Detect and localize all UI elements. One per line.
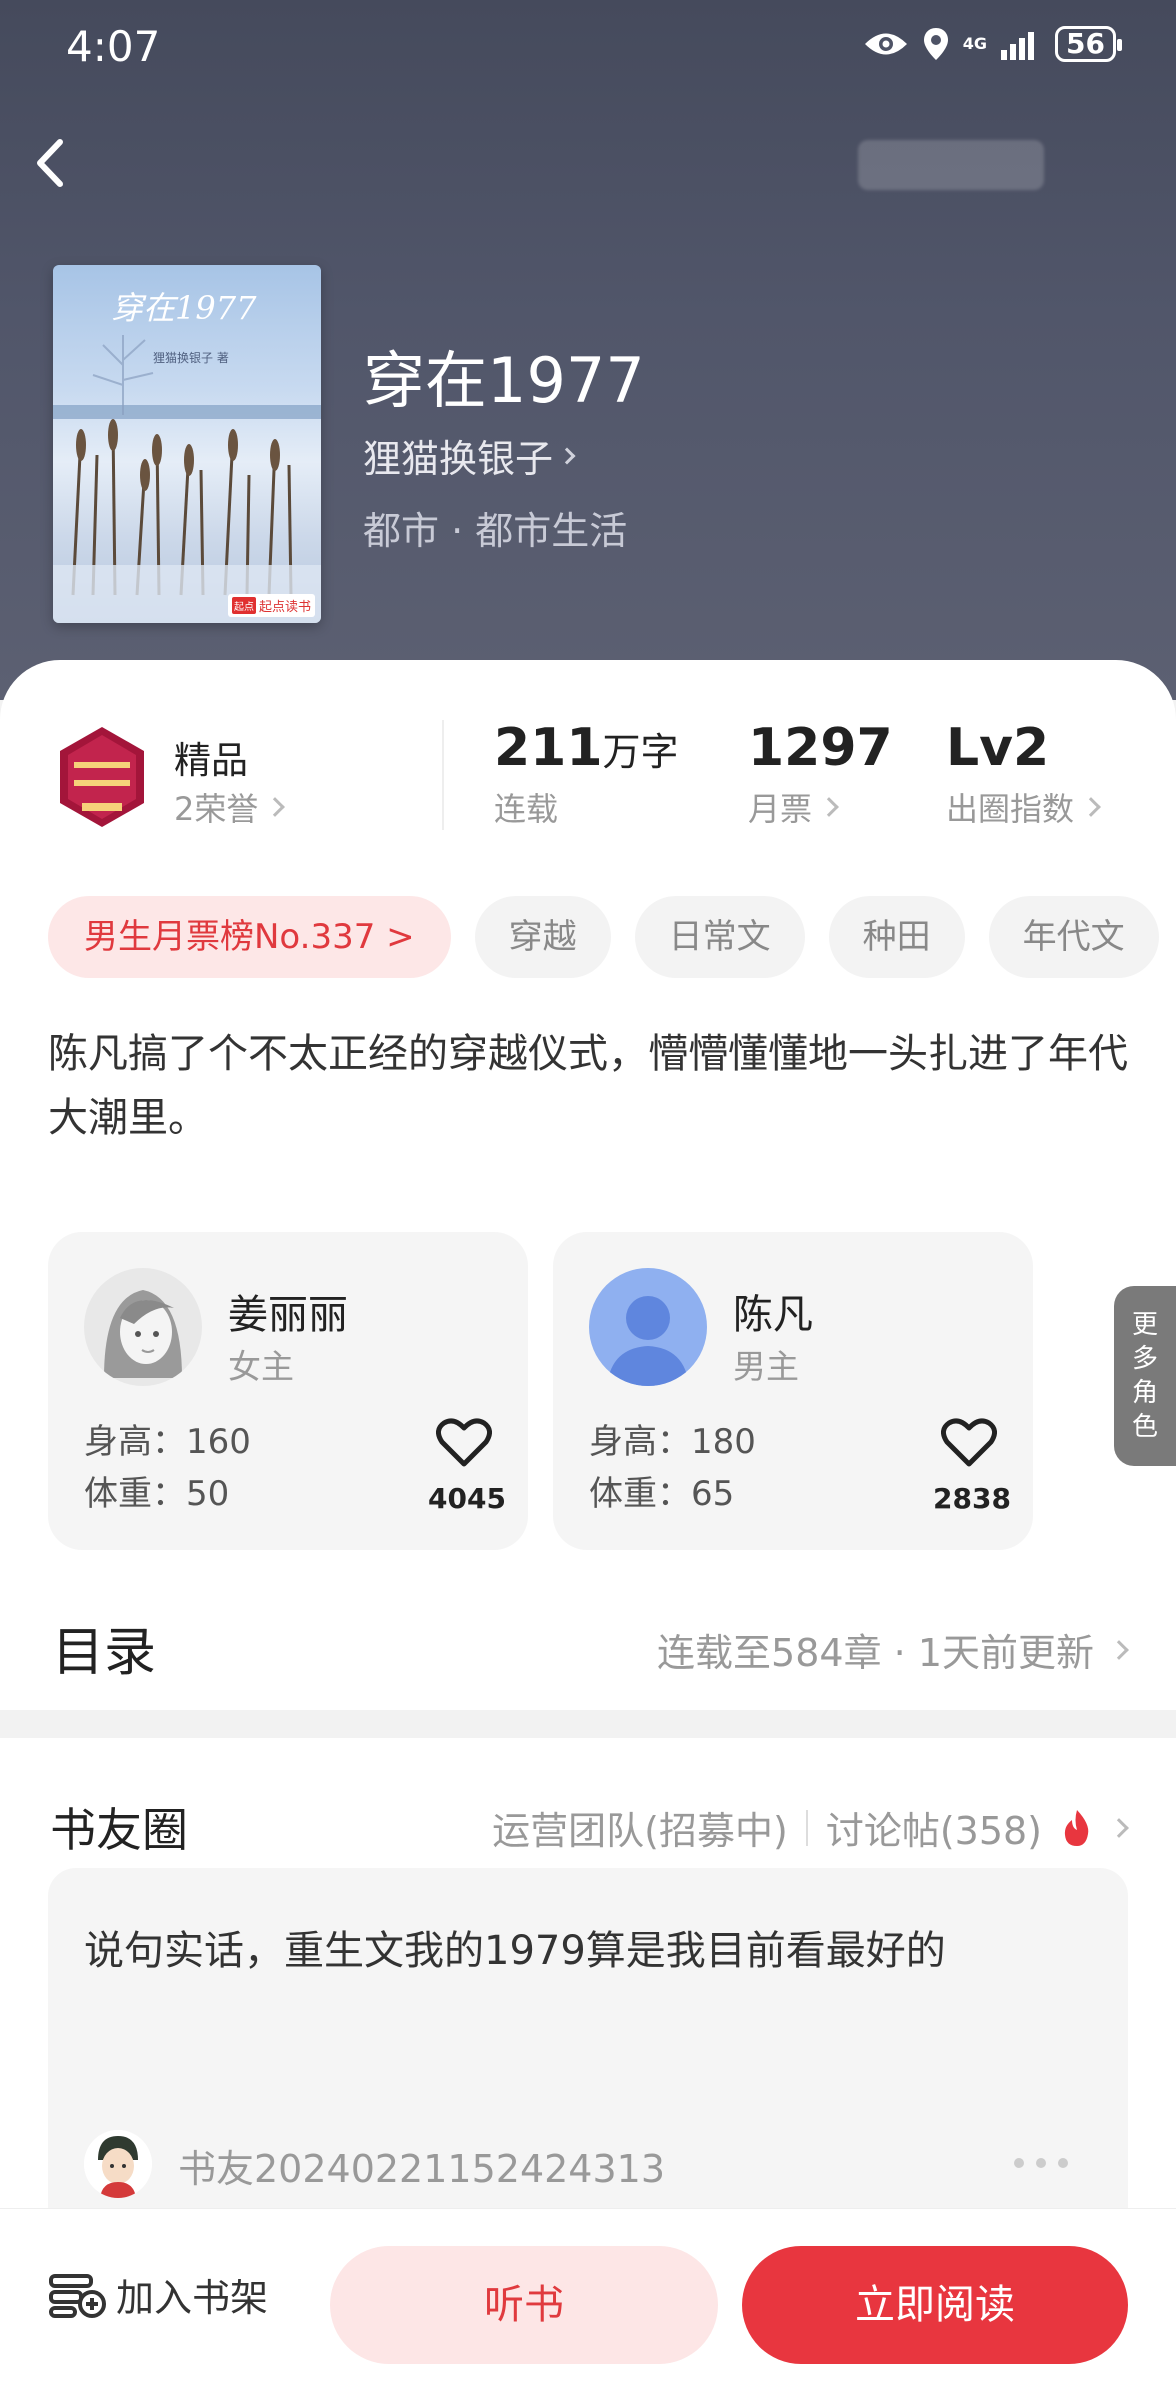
post-text: 说句实话，重生文我的1979算是我目前看最好的 [84, 1928, 946, 1974]
status-bar: 4:07 4G 56 [0, 0, 1176, 100]
circle-links: 运营团队(招募中) 讨论帖(358) [492, 1800, 1129, 1855]
honor-link[interactable]: 2荣誉 [174, 784, 286, 830]
add-to-shelf-button[interactable]: 加入书架 [48, 2267, 268, 2322]
tag-chip[interactable]: 年代文 [988, 896, 1159, 978]
eye-icon [864, 33, 907, 55]
cover-author: 狸猫换银子 著 [153, 351, 229, 365]
brand-name: 起点读书 [258, 600, 311, 615]
operations-team-link[interactable]: 运营团队(招募中) [492, 1800, 788, 1855]
popularity-index-link[interactable]: 出圈指数 [946, 784, 1101, 830]
honor-title: 精品 [174, 739, 248, 782]
role-weight: 体重：50 [84, 1474, 230, 1514]
role-likes: 4045 [428, 1482, 506, 1515]
catalog-info: 连载至584章 · 1天前更新 [657, 1622, 1129, 1677]
honor-badge-icon [60, 727, 144, 827]
cover-title: 穿在1977 [111, 289, 257, 327]
link-separator [805, 1809, 808, 1846]
tag-chip[interactable]: 种田 [828, 896, 965, 978]
status-icons: 4G 56 [863, 26, 1122, 62]
status-time: 4:07 [66, 22, 161, 71]
male-avatar-icon [589, 1268, 707, 1386]
popularity-index-value: Lv2 [946, 718, 1050, 778]
word-count-unit: 万字 [602, 730, 679, 774]
monthly-tickets-label: 月票 [748, 790, 813, 828]
catalog-update-text: 连载至584章 · 1天前更新 [657, 1631, 1094, 1675]
word-count-label: 连载 [494, 790, 559, 828]
role-avatar [589, 1268, 707, 1386]
book-cover[interactable]: 穿在1977 狸猫换银子 著 起点 起点读书 [53, 265, 321, 623]
chevron-right-icon [265, 797, 286, 817]
book-genre: 都市 · 都市生活 [363, 509, 628, 553]
role-type: 女主 [228, 1347, 294, 1386]
role-name: 姜丽丽 [228, 1292, 348, 1338]
user-avatar-icon [84, 2130, 152, 2198]
book-detail-sheet: 精品 2荣誉 211万字 连载 1297 月票 Lv2 出圈指数 男生月票榜No… [0, 660, 1176, 1710]
author-link[interactable]: 狸猫换银子 [363, 428, 576, 483]
discussion-posts-link[interactable]: 讨论帖(358) [826, 1800, 1042, 1855]
role-type: 男主 [733, 1347, 799, 1386]
listen-button[interactable]: 听书 [330, 2246, 718, 2364]
more-dots-icon[interactable] [1014, 2158, 1068, 2168]
role-avatar [84, 1268, 202, 1386]
heart-icon[interactable] [941, 1418, 997, 1468]
monthly-tickets-link[interactable]: 月票 [748, 784, 839, 830]
more-roles-label: 更多角色 [1131, 1310, 1158, 1442]
rank-tag[interactable]: 男生月票榜No.337 > [48, 896, 451, 978]
heart-icon[interactable] [436, 1418, 492, 1468]
tag-chip[interactable]: 日常文 [634, 896, 805, 978]
chevron-right-icon [1081, 797, 1101, 817]
location-icon [923, 28, 948, 60]
blurred-header-item [858, 140, 1044, 190]
role-card[interactable]: 陈凡 男主 身高：180 体重：65 2838 [553, 1232, 1033, 1550]
tag-list: 男生月票榜No.337 > 穿越 日常文 种田 年代文 [48, 896, 1159, 978]
role-height: 身高：160 [84, 1422, 251, 1462]
cover-brand-logo: 起点 起点读书 [227, 594, 315, 617]
word-count: 211万字 [494, 718, 679, 778]
word-count-value: 211 [494, 718, 603, 778]
tag-chip[interactable]: 穿越 [474, 896, 611, 978]
chevron-right-icon [819, 797, 839, 817]
role-weight: 体重：65 [589, 1474, 735, 1514]
signal-icon [1001, 32, 1035, 60]
role-name: 陈凡 [733, 1292, 813, 1338]
role-likes: 2838 [933, 1482, 1011, 1515]
role-card[interactable]: 姜丽丽 女主 身高：160 体重：50 4045 [48, 1232, 528, 1550]
popularity-index-label: 出圈指数 [946, 790, 1075, 828]
more-roles-button[interactable]: 更多角色 [1114, 1286, 1176, 1466]
circle-title: 书友圈 [50, 1803, 188, 1857]
user-avatar [84, 2130, 152, 2198]
monthly-tickets-value: 1297 [748, 718, 893, 778]
network-type: 4G [962, 34, 988, 53]
brand-mark: 起点 [231, 597, 256, 614]
chevron-right-icon[interactable] [1109, 1817, 1129, 1838]
catalog-row[interactable]: 目录 连载至584章 · 1天前更新 [0, 1610, 1176, 1710]
post-username: 书友20240221152424313 [178, 2147, 666, 2191]
catalog-title: 目录 [52, 1623, 157, 1683]
fire-icon [1064, 1809, 1089, 1846]
role-height: 身高：180 [589, 1422, 756, 1462]
back-button[interactable] [28, 128, 72, 198]
add-to-shelf-label: 加入书架 [116, 2276, 269, 2320]
book-intro[interactable]: 陈凡搞了个不太正经的穿越仪式，懵懵懂懂地一头扎进了年代大潮里。 [48, 1022, 1138, 1150]
back-icon [37, 139, 63, 187]
honor-count: 2荣誉 [174, 790, 259, 828]
female-avatar-icon [84, 1268, 202, 1386]
battery-icon: 56 [1055, 26, 1122, 62]
chevron-right-icon [1109, 1639, 1129, 1660]
chevron-right-icon [558, 447, 576, 464]
book-title: 穿在1977 [363, 344, 645, 417]
book-header: 4:07 4G 56 穿在1977 狸猫换银子 著 起点 起点读书 穿在1977… [0, 0, 1176, 700]
author-name: 狸猫换银子 [363, 437, 554, 481]
bottom-action-bar: 加入书架 听书 立即阅读 [0, 2208, 1176, 2400]
bookshelf-add-icon [49, 2273, 106, 2318]
read-now-button[interactable]: 立即阅读 [742, 2246, 1128, 2364]
stats-divider [442, 720, 444, 830]
